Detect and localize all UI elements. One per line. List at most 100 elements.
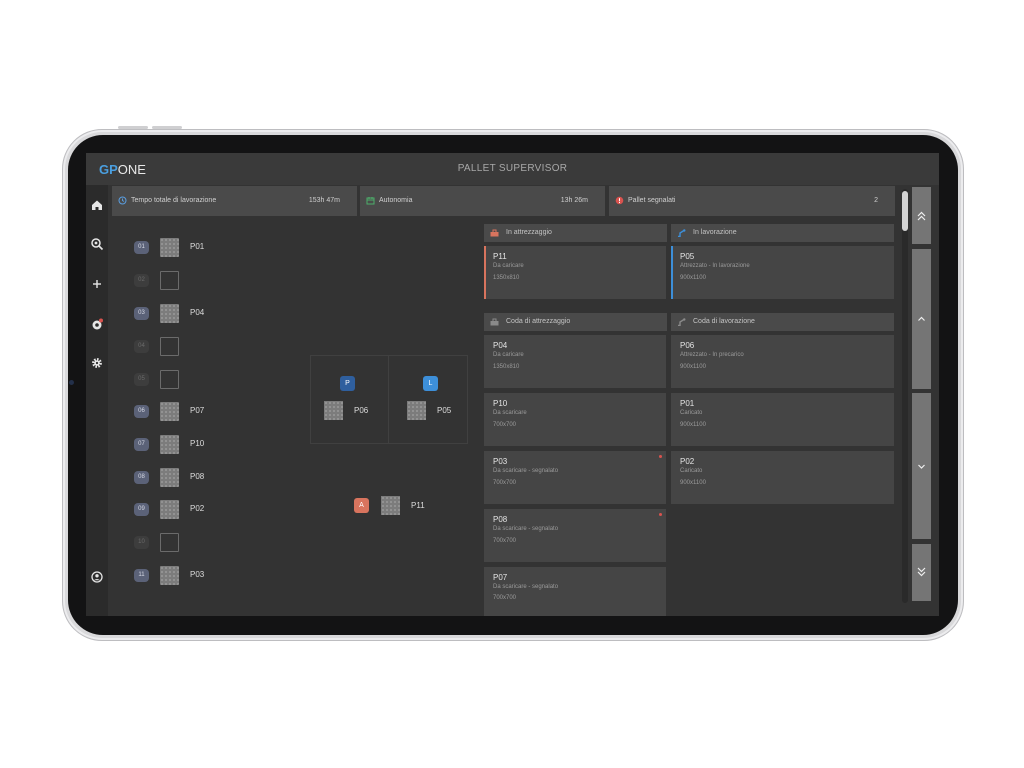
station-l-badge: L xyxy=(423,376,438,391)
card-status: Da scaricare xyxy=(493,410,527,416)
pallet-card[interactable]: P10 Da scaricare 700x700 xyxy=(484,393,666,446)
card-status: Da scaricare - segnalato xyxy=(493,468,559,474)
card-dimensions: 1350x810 xyxy=(493,364,520,370)
stat-value: 2 xyxy=(874,197,878,204)
slot-pallet-label: P01 xyxy=(190,242,205,251)
slot-number: 10 xyxy=(134,536,149,549)
card-dimensions: 700x700 xyxy=(493,595,517,601)
user-icon[interactable] xyxy=(90,570,104,584)
double-chevron-down-icon xyxy=(917,567,926,577)
empty-slot[interactable] xyxy=(160,533,179,552)
scroll-thumb[interactable] xyxy=(902,191,908,231)
chevron-up-icon xyxy=(918,316,925,321)
station-divider xyxy=(388,355,389,444)
card-status-edge xyxy=(484,246,486,299)
card-pallet-id: P02 xyxy=(680,457,695,466)
scroll-up-button[interactable] xyxy=(912,249,931,389)
card-dimensions: 900x1100 xyxy=(680,480,706,486)
scroll-bottom-button[interactable] xyxy=(912,544,931,601)
card-status: Da caricare xyxy=(493,263,524,269)
card-pallet-id: P07 xyxy=(493,573,508,582)
pallet-slot[interactable] xyxy=(160,468,179,487)
pallet-slot[interactable] xyxy=(160,500,179,519)
stat-label: Tempo totale di lavorazione xyxy=(131,197,217,204)
slot-number: 09 xyxy=(134,503,149,516)
toolbox-icon xyxy=(490,318,499,326)
empty-slot[interactable] xyxy=(160,271,179,290)
scroll-down-button[interactable] xyxy=(912,393,931,539)
chevron-down-icon xyxy=(918,464,925,469)
robot-arm-icon xyxy=(678,318,686,326)
station-p-pallet[interactable] xyxy=(324,401,343,420)
pallet-card[interactable]: P04 Da caricare 1350x810 xyxy=(484,335,666,388)
card-dimensions: 1350x810 xyxy=(493,275,520,281)
stat-label: Autonomia xyxy=(379,197,413,204)
pallet-slot[interactable] xyxy=(160,435,179,454)
pallet-card[interactable]: P02 Caricato 900x1100 xyxy=(671,451,894,504)
hardware-button xyxy=(118,126,148,129)
slot-pallet-label: P04 xyxy=(190,308,205,317)
stat-label: Pallet segnalati xyxy=(628,197,676,204)
empty-slot[interactable] xyxy=(160,370,179,389)
card-status-edge xyxy=(671,246,673,299)
slot-number: 03 xyxy=(134,307,149,320)
column-title: Coda di lavorazione xyxy=(693,318,755,325)
pallet-card[interactable]: P06 Attrezzato - In precarico 900x1100 xyxy=(671,335,894,388)
pallet-slot[interactable] xyxy=(160,566,179,585)
stat-value: 153h 47m xyxy=(308,197,340,204)
card-status: Attrezzato - In lavorazione xyxy=(680,263,750,269)
station-l-pallet[interactable] xyxy=(407,401,426,420)
slot-number: 07 xyxy=(134,438,149,451)
card-status: Da scaricare - segnalato xyxy=(493,526,559,532)
pallet-card[interactable]: P05 Attrezzato - In lavorazione 900x1100 xyxy=(671,246,894,299)
pallet-slot[interactable] xyxy=(160,402,179,421)
station-p-badge: P xyxy=(340,376,355,391)
pallet-card[interactable]: P03 Da scaricare - segnalato 700x700 xyxy=(484,451,666,504)
card-pallet-id: P01 xyxy=(680,399,695,408)
card-dimensions: 700x700 xyxy=(493,422,517,428)
flag-indicator xyxy=(659,513,662,516)
card-dimensions: 700x700 xyxy=(493,480,517,486)
slot-number: 05 xyxy=(134,373,149,386)
pallet-card[interactable]: P11 Da caricare 1350x810 xyxy=(484,246,666,299)
card-status: Caricato xyxy=(680,410,703,416)
page-title: PALLET SUPERVISOR xyxy=(457,163,568,174)
pallet-slot[interactable] xyxy=(160,304,179,323)
gear-icon[interactable] xyxy=(90,356,104,370)
search-settings-icon[interactable] xyxy=(90,237,104,251)
app-screen: GPONE PALLET SUPERVISOR Tempo totale di … xyxy=(86,153,939,616)
pallet-slot[interactable] xyxy=(160,238,179,257)
column-title: Coda di attrezzaggio xyxy=(506,318,571,325)
card-pallet-id: P05 xyxy=(680,252,695,261)
column-title: In lavorazione xyxy=(693,229,737,236)
station-a-pallet[interactable] xyxy=(381,496,400,515)
plus-icon[interactable] xyxy=(90,277,104,291)
scroll-top-button[interactable] xyxy=(912,187,931,244)
card-dimensions: 900x1100 xyxy=(680,422,706,428)
card-pallet-id: P10 xyxy=(493,399,508,408)
card-pallet-id: P06 xyxy=(680,341,695,350)
station-l-label: P05 xyxy=(437,406,452,415)
stat-value: 13h 26m xyxy=(560,197,588,204)
pallet-card[interactable]: P01 Caricato 900x1100 xyxy=(671,393,894,446)
front-camera xyxy=(69,380,74,385)
column-in-attrezzaggio: In attrezzaggio xyxy=(484,224,667,242)
card-status: Caricato xyxy=(680,468,703,474)
toolbox-icon xyxy=(490,229,499,237)
top-bar: GPONE PALLET SUPERVISOR xyxy=(86,153,939,185)
card-dimensions: 900x1100 xyxy=(680,275,706,281)
card-pallet-id: P08 xyxy=(493,515,508,524)
double-chevron-up-icon xyxy=(917,211,926,221)
station-a-label: P11 xyxy=(411,501,425,510)
home-icon[interactable] xyxy=(90,198,104,212)
pallet-card[interactable]: P08 Da scaricare - segnalato 700x700 xyxy=(484,509,666,562)
empty-slot[interactable] xyxy=(160,337,179,356)
stat-total-time: Tempo totale di lavorazione 153h 47m xyxy=(112,186,357,216)
card-pallet-id: P04 xyxy=(493,341,508,350)
scrollbar[interactable] xyxy=(902,189,908,603)
card-dimensions: 700x700 xyxy=(493,538,517,544)
pallet-card[interactable]: P07 Da scaricare - segnalato 700x700 xyxy=(484,567,666,616)
stat-autonomy: Autonomia 13h 26m xyxy=(360,186,605,216)
alert-icon[interactable] xyxy=(90,317,104,331)
warning-icon xyxy=(615,196,624,205)
